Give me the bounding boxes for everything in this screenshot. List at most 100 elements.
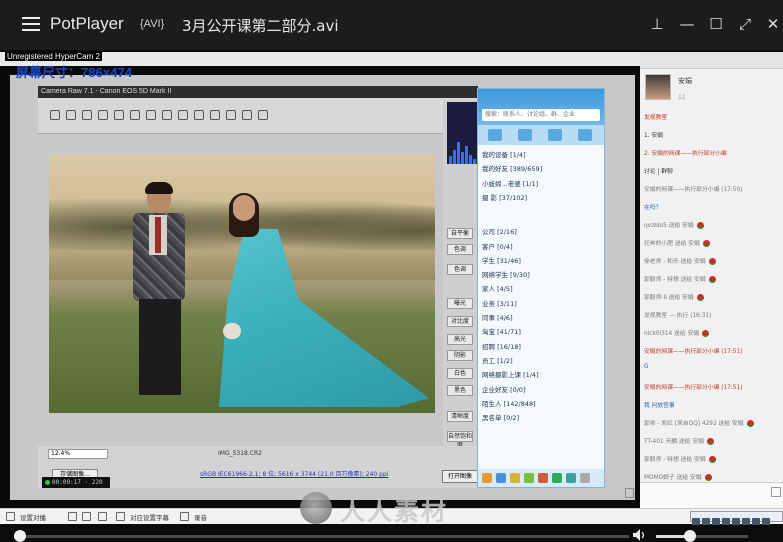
chat-message-text: 徐老师 - 和乐 送给 安娟 [644, 259, 706, 265]
adjust-button[interactable]: 白色 [447, 368, 473, 379]
qq-group-item[interactable]: 业务 [3/11] [482, 298, 517, 308]
qq-header: 搜索：联系人、讨论组、群、企业 [478, 89, 604, 125]
send-icon[interactable] [771, 487, 781, 497]
chat-message-text: 在吗？ [644, 205, 662, 211]
chat-message: 徐老师 - 和乐 送给 安娟 [644, 256, 718, 265]
fullscreen-icon[interactable]: ⤢ [736, 15, 754, 33]
photo-bouquet [223, 323, 241, 339]
chat-tab-icon[interactable] [548, 129, 562, 141]
chat-user-name: 安娟 [678, 77, 692, 85]
qq-group-item[interactable]: 客户 [0/4] [482, 241, 513, 251]
maximize-icon[interactable]: ☐ [707, 15, 725, 33]
chat-icon[interactable] [98, 512, 107, 521]
adjust-button[interactable]: 清晰度 [447, 411, 473, 422]
camera-raw-toolbar [38, 98, 478, 134]
flower-icon [708, 456, 716, 463]
subtitle-label[interactable]: 对应设置字幕 [130, 512, 169, 522]
qq-group-item[interactable]: 企业好友 [0/0] [482, 384, 526, 394]
chat-message-text: TT-401 天麟 送给 安娟 [644, 439, 704, 445]
qq-group-item[interactable]: 小蚯蚓...老婆 [1/1] [482, 178, 538, 188]
pin-icon[interactable]: ⊥ [648, 15, 666, 33]
white-balance-tool-icon [82, 110, 92, 120]
app-icon[interactable] [552, 473, 562, 483]
subtitle-icon[interactable] [116, 512, 125, 521]
app-icon[interactable] [496, 473, 506, 483]
ime-toolbar[interactable] [690, 511, 783, 526]
straighten-tool-icon [146, 110, 156, 120]
chat-message: 郭毅师 - 特想 送给 安娟 [644, 454, 718, 463]
contacts-tab-icon[interactable] [488, 129, 502, 141]
qq-group-item[interactable]: 公司 [2/16] [482, 226, 517, 236]
crop-tool-icon [130, 110, 140, 120]
qq-group-item[interactable]: 家人 [4/5] [482, 283, 513, 293]
groups-tab-icon[interactable] [518, 129, 532, 141]
qq-group-item[interactable]: 我的好友 [389/659] [482, 163, 542, 173]
chat-message-text: 狂奔的小肥 送给 安娟 [644, 241, 700, 247]
app-icon[interactable] [566, 473, 576, 483]
adjust-button[interactable]: 色调 [447, 244, 473, 255]
flower-icon [708, 276, 716, 283]
qq-group-item[interactable]: 学生 [31/46] [482, 255, 521, 265]
flower-icon [702, 240, 710, 247]
close-icon[interactable]: ✕ [764, 15, 782, 33]
qq-contact-panel: 搜索：联系人、讨论组、群、企业 我的设备 [1/4] 我的好友 [389/659]… [477, 88, 605, 488]
adjust-button[interactable]: 自平衡 [447, 228, 473, 239]
menu-icon[interactable] [22, 17, 40, 31]
app-icon[interactable] [580, 473, 590, 483]
photo-groom [119, 182, 199, 405]
app-icon[interactable] [538, 473, 548, 483]
rotate-right-icon [258, 110, 268, 120]
app-icon[interactable] [510, 473, 520, 483]
qq-group-item[interactable]: 陌生人 [142/848] [482, 398, 536, 408]
flower-icon [702, 330, 710, 337]
speaker-icon[interactable] [633, 529, 647, 541]
chat-message-text: MOMO娘子 送给 安娟 [644, 475, 702, 481]
adjust-button[interactable]: 高光 [447, 334, 473, 345]
adjust-button[interactable]: 自然饱和度 [447, 431, 473, 449]
seek-bar[interactable] [14, 535, 629, 538]
adjust-button[interactable]: 阴影 [447, 350, 473, 361]
chat-message: nick0l314 送给 安娟 [644, 328, 711, 337]
volume-handle[interactable] [684, 530, 697, 542]
chat-message: 2. 安娟的网课——执行部分小编 [644, 148, 727, 157]
qq-group-item[interactable]: 网络摄影上课 [1/4] [482, 369, 539, 379]
mic-icon[interactable] [82, 512, 91, 521]
minimize-icon[interactable]: — [678, 15, 696, 33]
chat-message: 郭帅 - 凯红 [来自QQ] 4292 送给 安娟 [644, 418, 756, 427]
zoom-select[interactable]: 12.4% [48, 449, 108, 459]
settings-icon[interactable] [6, 512, 15, 521]
qq-group-item[interactable]: 黑名单 [0/2] [482, 412, 519, 422]
qq-search-input[interactable]: 搜索：联系人、讨论组、群、企业 [482, 109, 600, 121]
qq-group-item[interactable]: 淘宝 [41/71] [482, 326, 521, 336]
volume-bar[interactable] [656, 535, 748, 538]
expand-icon[interactable]: ⊡ [625, 488, 634, 498]
chat-message: 安娟的网课——执行部分小编 (17:50) [644, 184, 742, 193]
record-label[interactable]: 录音 [194, 512, 207, 522]
qq-group-item[interactable]: 同事 [4/6] [482, 312, 513, 322]
qq-group-item[interactable]: 我的设备 [1/4] [482, 149, 526, 159]
qq-group-item[interactable]: 员工 [1/2] [482, 355, 513, 365]
workflow-options-link[interactable]: sRGB IEC61966-2.1; 8 位; 5616 x 3744 (21.… [200, 469, 388, 478]
chat-message-text: 郭帅 - 凯红 [来自QQ] 4292 送给 安娟 [644, 421, 744, 427]
qq-group-item[interactable]: 招聘 [16/18] [482, 341, 521, 351]
record-icon[interactable] [180, 512, 189, 521]
chat-message: 发视教室 [644, 112, 667, 121]
adjust-button[interactable]: 色调 [447, 264, 473, 275]
spot-removal-icon [162, 110, 172, 120]
adjust-button[interactable]: 黑色 [447, 385, 473, 396]
app-icon[interactable] [524, 473, 534, 483]
volume-icon[interactable] [68, 512, 77, 521]
recent-tab-icon[interactable] [578, 129, 592, 141]
adjust-button[interactable]: 对比度 [447, 316, 473, 327]
zoom-tool-icon [50, 110, 60, 120]
app-icon[interactable] [482, 473, 492, 483]
watermark-logo-icon [300, 492, 332, 524]
open-image-button[interactable]: 打开图像 [442, 470, 478, 483]
screen-size-label: 屏幕尺寸：786×474 [16, 65, 132, 80]
target-adjust-icon [114, 110, 124, 120]
qq-group-item[interactable]: 摄 影 [37/102] [482, 192, 527, 202]
qq-group-item[interactable]: 网络学生 [9/30] [482, 269, 530, 279]
chat-message-text: qvzbbl5 送给 安娟 [644, 223, 694, 229]
settings-label[interactable]: 设置对播 [20, 512, 46, 522]
adjust-button[interactable]: 曝光 [447, 298, 473, 309]
